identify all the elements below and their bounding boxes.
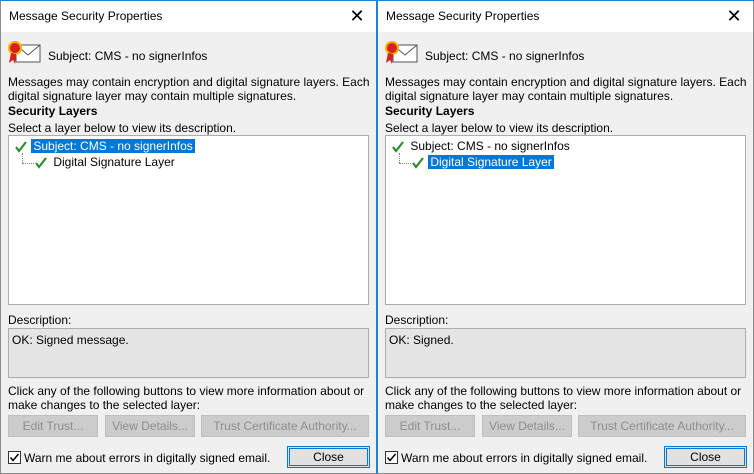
tree-node-subject[interactable]: Subject: CMS - no signerInfos — [14, 138, 195, 154]
green-check-icon — [35, 157, 47, 169]
tree-connector — [399, 163, 411, 164]
description-label: Description: — [385, 313, 449, 327]
warn-errors-checkbox-row[interactable]: Warn me about errors in digitally signed… — [8, 450, 270, 466]
title-bar: Message Security Properties ✕ — [378, 1, 753, 32]
warn-errors-label: Warn me about errors in digitally signed… — [24, 451, 271, 465]
select-hint: Select a layer below to view its descrip… — [385, 121, 614, 135]
trust-certificate-authority-button[interactable]: Trust Certificate Authority... — [201, 415, 369, 437]
message-security-properties-dialog-2: Message Security Properties ✕ Subject: C… — [377, 0, 754, 474]
close-icon[interactable]: ✕ — [342, 3, 372, 29]
green-check-icon — [412, 157, 424, 169]
green-check-icon — [15, 141, 27, 153]
signed-envelope-icon — [8, 41, 41, 64]
security-layers-heading: Security Layers — [8, 104, 98, 118]
warn-errors-checkbox-row[interactable]: Warn me about errors in digitally signed… — [385, 450, 647, 466]
buttons-info-text: Click any of the following buttons to vi… — [8, 384, 365, 412]
tree-connector — [22, 163, 34, 164]
subject-line: Subject: CMS - no signerInfos — [48, 49, 208, 63]
tree-node-digital-signature-layer[interactable]: Digital Signature Layer — [411, 154, 554, 170]
tree-node-label: Digital Signature Layer — [53, 155, 175, 169]
tree-node-label: Subject: CMS - no signerInfos — [410, 139, 570, 153]
security-layers-tree[interactable]: Subject: CMS - no signerInfos Digital Si… — [8, 135, 369, 305]
trust-certificate-authority-button[interactable]: Trust Certificate Authority... — [578, 415, 746, 437]
edit-trust-button[interactable]: Edit Trust... — [8, 415, 98, 437]
security-layers-tree[interactable]: Subject: CMS - no signerInfos Digital Si… — [385, 135, 746, 305]
warn-errors-checkbox[interactable] — [385, 451, 398, 464]
tree-node-label: Digital Signature Layer — [428, 155, 554, 169]
security-layers-heading: Security Layers — [385, 104, 475, 118]
title-bar: Message Security Properties ✕ — [1, 1, 376, 32]
warn-errors-label: Warn me about errors in digitally signed… — [401, 451, 648, 465]
view-details-button[interactable]: View Details... — [482, 415, 572, 437]
tree-node-subject[interactable]: Subject: CMS - no signerInfos — [391, 138, 572, 154]
close-button[interactable]: Close — [664, 446, 747, 468]
warn-errors-checkbox[interactable] — [8, 451, 21, 464]
select-hint: Select a layer below to view its descrip… — [8, 121, 237, 135]
message-security-properties-dialog-1: Message Security Properties ✕ Subject: C… — [0, 0, 377, 474]
dialog-title: Message Security Properties — [9, 9, 163, 23]
edit-trust-button[interactable]: Edit Trust... — [385, 415, 475, 437]
intro-text: Messages may contain encryption and digi… — [385, 75, 747, 103]
tree-connector — [399, 153, 400, 163]
description-label: Description: — [8, 313, 72, 327]
close-icon[interactable]: ✕ — [719, 3, 749, 29]
buttons-info-text: Click any of the following buttons to vi… — [385, 384, 742, 412]
tree-node-label: Subject: CMS - no signerInfos — [31, 139, 195, 153]
checkmark-icon — [9, 453, 20, 462]
close-button-label: Close — [313, 450, 344, 464]
close-button[interactable]: Close — [287, 446, 370, 468]
close-button-label: Close — [690, 450, 721, 464]
description-value: OK: Signed. — [385, 328, 746, 378]
tree-node-digital-signature-layer[interactable]: Digital Signature Layer — [34, 154, 177, 170]
signed-envelope-icon — [385, 41, 418, 64]
tree-connector — [22, 153, 23, 163]
subject-line: Subject: CMS - no signerInfos — [425, 49, 585, 63]
intro-text: Messages may contain encryption and digi… — [8, 75, 370, 103]
dialog-title: Message Security Properties — [386, 9, 540, 23]
description-value: OK: Signed message. — [8, 328, 369, 378]
view-details-button[interactable]: View Details... — [105, 415, 195, 437]
green-check-icon — [392, 141, 404, 153]
checkmark-icon — [386, 453, 397, 462]
